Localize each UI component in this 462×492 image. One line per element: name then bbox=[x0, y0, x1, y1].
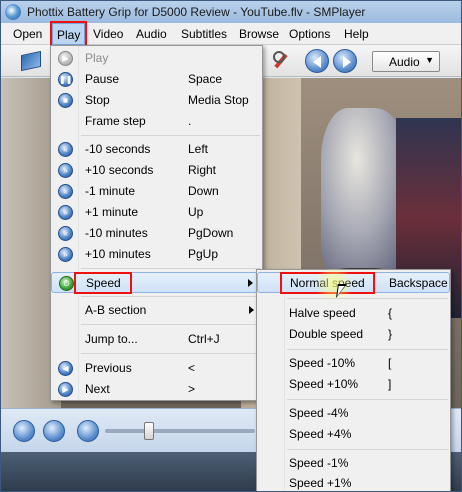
submenu-arrow-icon bbox=[248, 279, 253, 287]
title-bar: Phottix Battery Grip for D5000 Review - … bbox=[1, 1, 461, 23]
forward-icon: » bbox=[58, 247, 73, 262]
menu-bar: Open Play Video Audio Subtitles Browse O… bbox=[1, 21, 461, 47]
speed-submenu: Normal speed Backspace Halve speed { Dou… bbox=[256, 269, 451, 491]
menu-separator bbox=[81, 135, 260, 136]
menu-video[interactable]: Video bbox=[93, 23, 123, 45]
menu-play[interactable]: Play bbox=[49, 21, 88, 47]
menu-separator bbox=[81, 296, 260, 297]
menu-separator bbox=[81, 353, 260, 354]
cursor-highlight bbox=[311, 269, 357, 299]
smplayer-app-icon bbox=[5, 4, 21, 20]
pause-icon: ❚❚ bbox=[58, 72, 73, 87]
chevron-down-icon: ▼ bbox=[425, 55, 434, 65]
menu-help[interactable]: Help bbox=[344, 23, 369, 45]
menu-item-jump-to[interactable]: Jump to... Ctrl+J bbox=[51, 329, 262, 350]
menu-item-speed-minus-4[interactable]: Speed -4% bbox=[257, 403, 450, 424]
audio-select-value: Audio bbox=[389, 55, 420, 69]
play-icon: ▶ bbox=[58, 51, 73, 66]
menu-item-speed-plus-4[interactable]: Speed +4% bbox=[257, 424, 450, 445]
forward-icon: » bbox=[58, 205, 73, 220]
forward-icon: » bbox=[58, 163, 73, 178]
next-icon: ▶ bbox=[58, 382, 73, 397]
next-chapter-icon[interactable] bbox=[333, 49, 357, 73]
previous-chapter-icon[interactable] bbox=[305, 49, 329, 73]
rewind-icon: « bbox=[58, 142, 73, 157]
speed-icon: ⏱ bbox=[59, 276, 74, 291]
window-title: Phottix Battery Grip for D5000 Review - … bbox=[27, 5, 366, 19]
stop-icon[interactable] bbox=[43, 420, 65, 442]
menu-separator bbox=[81, 268, 260, 269]
play-menu: ▶ Play ❚❚ Pause Space ■ Stop Media Stop … bbox=[50, 45, 263, 401]
menu-options[interactable]: Options bbox=[289, 23, 330, 45]
menu-browse[interactable]: Browse bbox=[239, 23, 279, 45]
menu-item-play[interactable]: ▶ Play bbox=[51, 48, 262, 69]
submenu-arrow-icon bbox=[249, 306, 254, 314]
menu-item-double-speed[interactable]: Double speed } bbox=[257, 324, 450, 345]
seek-bar[interactable] bbox=[105, 429, 255, 433]
menu-item-back-1m[interactable]: « -1 minute Down bbox=[51, 181, 262, 202]
menu-item-forward-10s[interactable]: » +10 seconds Right bbox=[51, 160, 262, 181]
open-file-icon[interactable] bbox=[21, 50, 41, 72]
previous-icon: ◀ bbox=[58, 361, 73, 376]
rewind-icon: « bbox=[58, 184, 73, 199]
rewind-icon: « bbox=[58, 226, 73, 241]
menu-item-ab-section[interactable]: A-B section bbox=[51, 300, 262, 321]
menu-subtitles[interactable]: Subtitles bbox=[181, 23, 227, 45]
menu-item-halve-speed[interactable]: Halve speed { bbox=[257, 303, 450, 324]
menu-item-previous[interactable]: ◀ Previous < bbox=[51, 358, 262, 379]
menu-item-back-10m[interactable]: « -10 minutes PgDown bbox=[51, 223, 262, 244]
menu-item-next[interactable]: ▶ Next > bbox=[51, 379, 262, 400]
menu-item-forward-10m[interactable]: » +10 minutes PgUp bbox=[51, 244, 262, 265]
menu-separator bbox=[287, 349, 448, 350]
menu-separator bbox=[81, 324, 260, 325]
menu-item-speed-plus-10[interactable]: Speed +10% ] bbox=[257, 374, 450, 395]
menu-item-stop[interactable]: ■ Stop Media Stop bbox=[51, 90, 262, 111]
menu-open[interactable]: Open bbox=[13, 23, 42, 45]
rewind-icon[interactable] bbox=[77, 420, 99, 442]
menu-item-speed[interactable]: ⏱ Speed bbox=[51, 272, 262, 294]
menu-item-frame-step[interactable]: Frame step . bbox=[51, 111, 262, 132]
smplayer-window: Phottix Battery Grip for D5000 Review - … bbox=[0, 0, 462, 492]
stop-icon: ■ bbox=[58, 93, 73, 108]
menu-separator bbox=[287, 399, 448, 400]
menu-audio[interactable]: Audio bbox=[136, 23, 167, 45]
seek-handle[interactable] bbox=[144, 422, 154, 440]
menu-item-forward-1m[interactable]: » +1 minute Up bbox=[51, 202, 262, 223]
preferences-wrench-icon[interactable] bbox=[271, 51, 289, 71]
menu-item-speed-plus-1[interactable]: Speed +1% bbox=[257, 473, 450, 491]
menu-separator bbox=[287, 449, 448, 450]
audio-track-select[interactable]: Audio ▼ bbox=[372, 51, 440, 72]
play-pause-icon[interactable] bbox=[13, 420, 35, 442]
menu-item-pause[interactable]: ❚❚ Pause Space bbox=[51, 69, 262, 90]
menu-separator bbox=[287, 298, 448, 299]
menu-item-speed-minus-10[interactable]: Speed -10% [ bbox=[257, 353, 450, 374]
menu-item-back-10s[interactable]: « -10 seconds Left bbox=[51, 139, 262, 160]
menu-item-speed-minus-1[interactable]: Speed -1% bbox=[257, 453, 450, 474]
